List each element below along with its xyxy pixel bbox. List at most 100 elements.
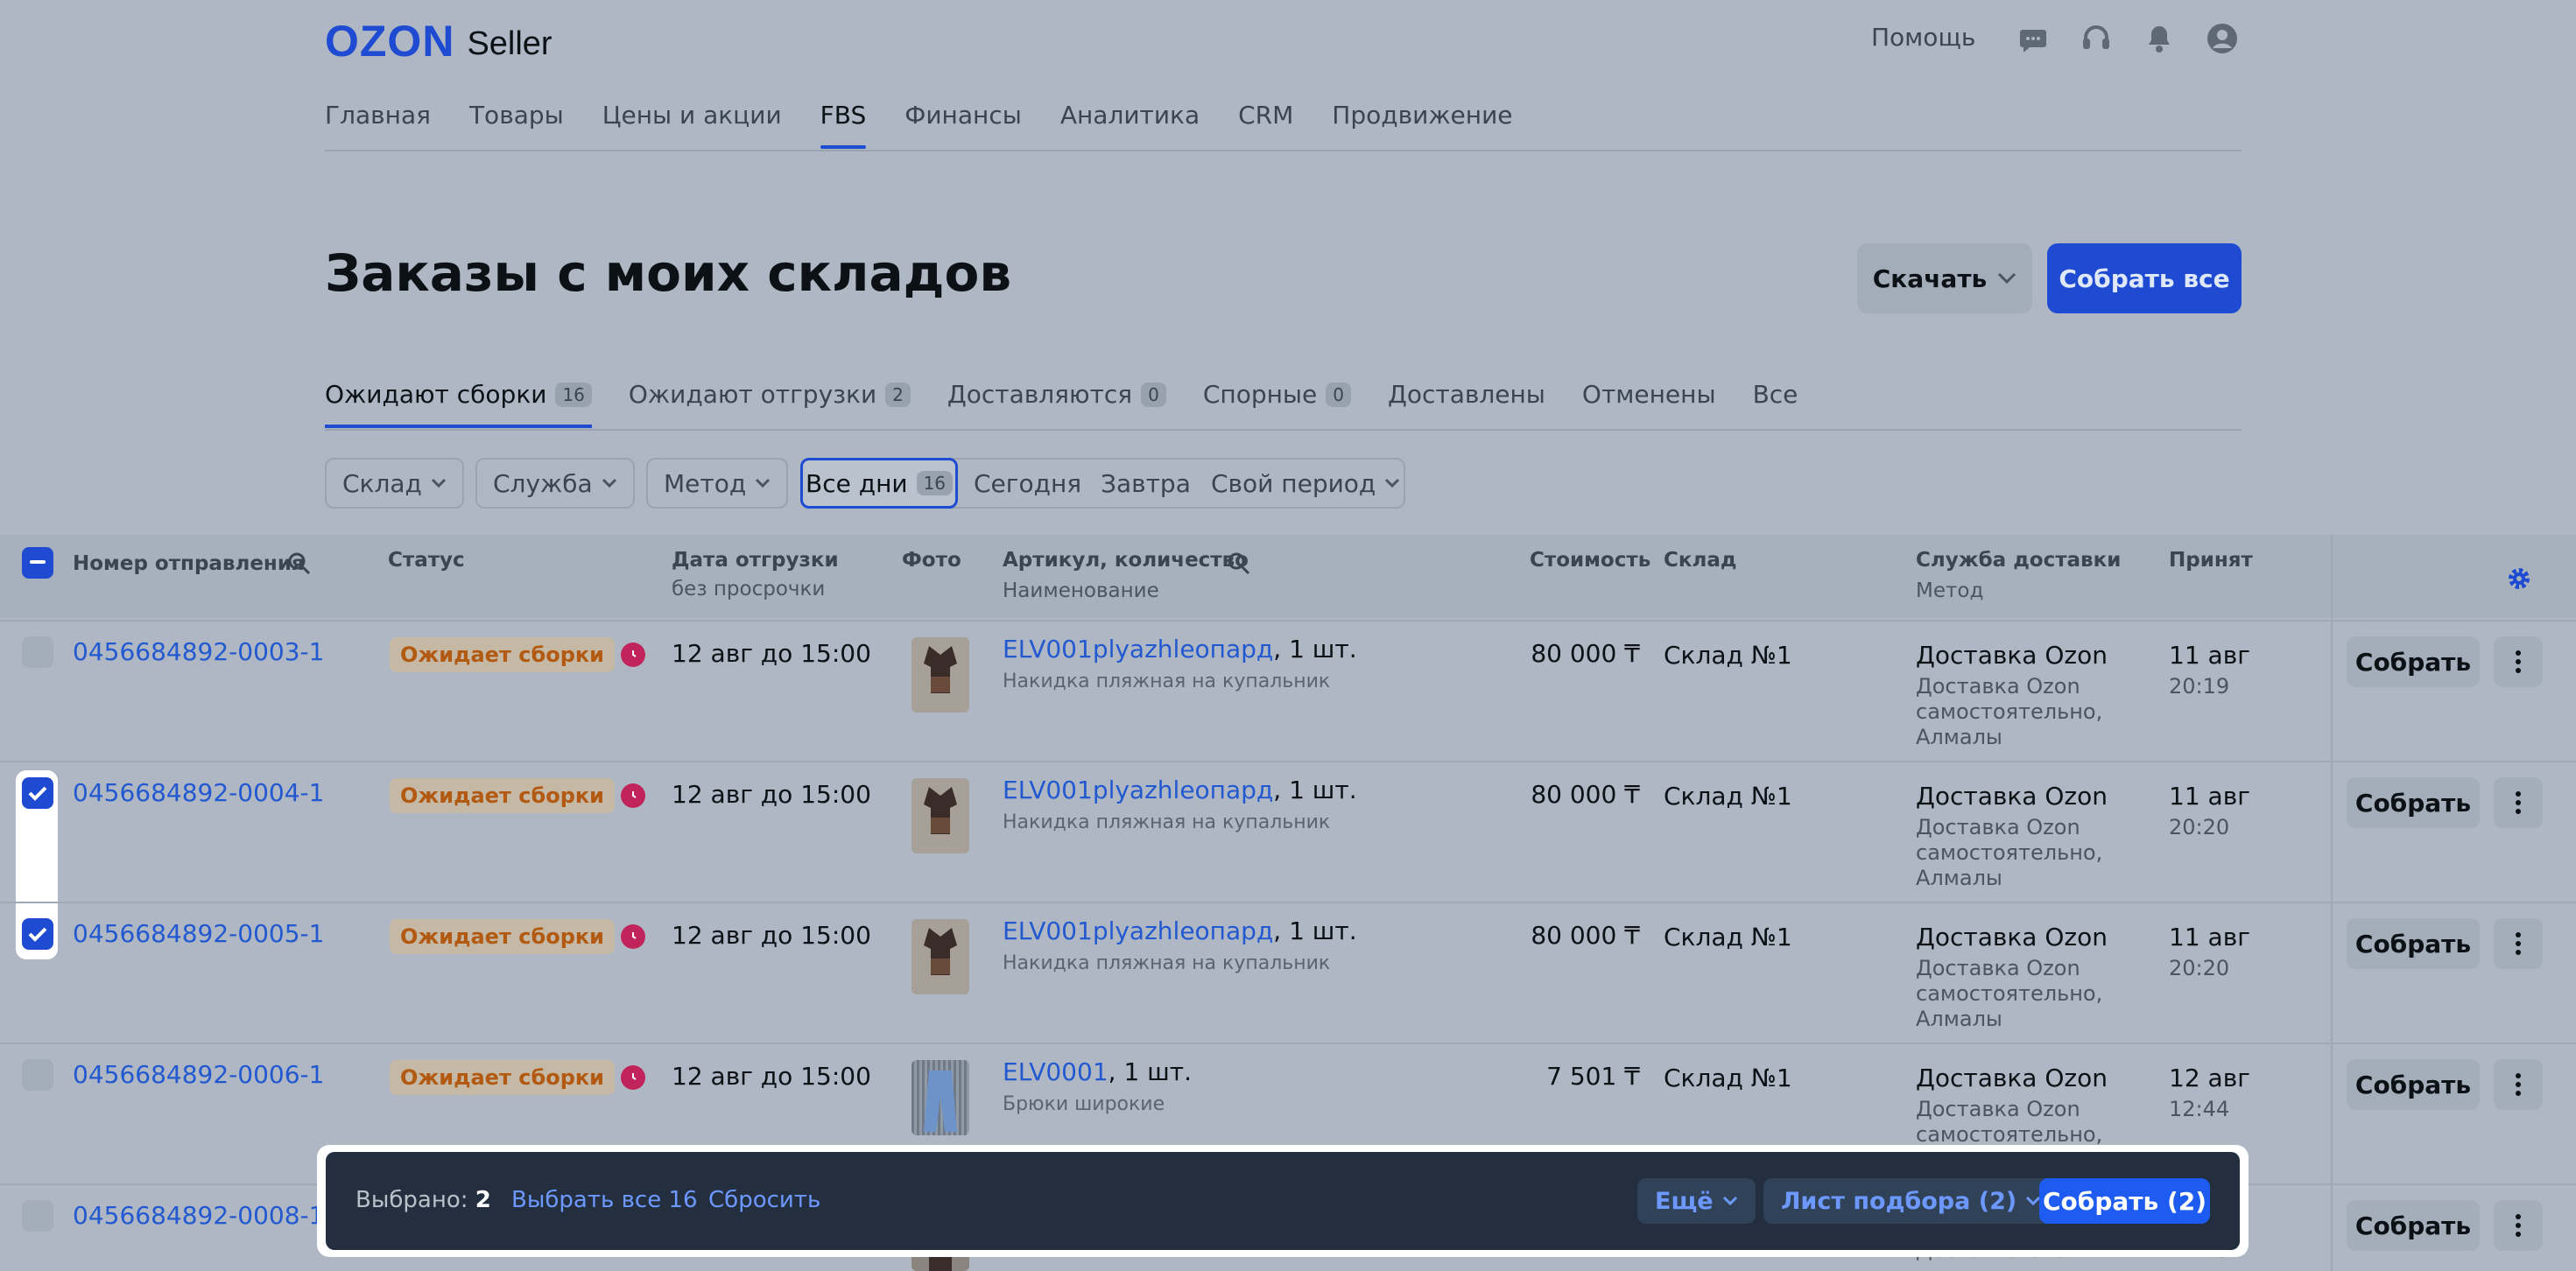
tab-count-badge: 2 — [885, 382, 911, 407]
shipment-number-link[interactable]: 0456684892-0006-1 — [73, 1060, 324, 1089]
article-link[interactable]: ELV001plyazhleопард — [1003, 916, 1273, 945]
select-all-checkbox[interactable] — [22, 547, 53, 579]
ship-date: 12 авг до 15:00 — [672, 921, 871, 950]
shipment-number-link[interactable]: 0456684892-0005-1 — [73, 919, 324, 948]
collect-button[interactable]: Собрать — [2347, 636, 2480, 687]
nav-item-home[interactable]: Главная — [325, 101, 431, 149]
method-filter[interactable]: Метод — [646, 458, 789, 509]
row-checkbox[interactable] — [22, 918, 53, 950]
nav-item-promotion[interactable]: Продвижение — [1332, 101, 1512, 149]
accepted-time: 20:20 — [2169, 956, 2230, 980]
search-icon[interactable] — [287, 551, 312, 576]
tab-count-badge: 0 — [1326, 382, 1351, 407]
delivery-method-line3: Алмалы — [1916, 1007, 2002, 1031]
tab-delivered[interactable]: Доставлены — [1388, 380, 1545, 428]
period-tomorrow[interactable]: Завтра — [1101, 458, 1191, 509]
shipment-number-link[interactable]: 0456684892-0008-1 — [73, 1201, 324, 1230]
collect-selected-button[interactable]: Собрать (2) — [2039, 1178, 2210, 1224]
delivery-method-line2: самостоятельно, — [1916, 1122, 2103, 1147]
period-custom[interactable]: Свой период — [1211, 458, 1400, 509]
delivery-service: Доставка Ozon — [1916, 641, 2108, 670]
filter-label: Служба — [493, 468, 593, 498]
more-actions-button[interactable]: Ещё — [1637, 1178, 1756, 1224]
tab-label: Отменены — [1581, 380, 1716, 409]
delivery-service: Доставка Ozon — [1916, 782, 2108, 811]
period-today[interactable]: Сегодня — [974, 458, 1081, 509]
period-count-badge: 16 — [916, 471, 954, 495]
tab-awaiting-assembly[interactable]: Ожидают сборки 16 — [325, 380, 592, 428]
tab-awaiting-shipment[interactable]: Ожидают отгрузки 2 — [629, 380, 911, 428]
help-link[interactable]: Помощь — [1871, 23, 1975, 52]
product-photo[interactable] — [911, 778, 969, 853]
product-name: Накидка пляжная на купальник — [1003, 952, 1331, 974]
profile-icon[interactable] — [2206, 23, 2238, 54]
period-label: Свой период — [1211, 468, 1376, 498]
tab-all[interactable]: Все — [1753, 380, 1798, 428]
warehouse-filter[interactable]: Склад — [325, 458, 464, 509]
more-options-icon[interactable] — [2494, 777, 2543, 828]
shipment-number-link[interactable]: 0456684892-0004-1 — [73, 778, 324, 807]
delivery-method-line2: самостоятельно, — [1916, 699, 2103, 724]
tab-delivering[interactable]: Доставляются 0 — [947, 380, 1166, 428]
chat-icon[interactable] — [2017, 23, 2049, 54]
more-options-icon[interactable] — [2494, 636, 2543, 687]
clock-icon — [621, 1065, 645, 1090]
nav-item-finance[interactable]: Финансы — [904, 101, 1022, 149]
product-photo[interactable] — [911, 637, 969, 713]
more-options-icon[interactable] — [2494, 1059, 2543, 1110]
tab-label: Спорные — [1202, 380, 1318, 409]
ship-date: 12 авг до 15:00 — [672, 1062, 871, 1091]
row-checkbox[interactable] — [22, 1200, 53, 1232]
more-label: Ещё — [1655, 1187, 1714, 1215]
chevron-down-icon — [1998, 272, 2016, 284]
product-name: Брюки широкие — [1003, 1093, 1165, 1115]
pick-list-label: Лист подбора (2) — [1781, 1187, 2017, 1215]
nav-item-fbs[interactable]: FBS — [820, 101, 866, 149]
clock-icon — [621, 643, 645, 667]
logo-subtitle: Seller — [467, 25, 553, 62]
bell-icon[interactable] — [2143, 23, 2175, 54]
more-options-icon[interactable] — [2494, 918, 2543, 969]
shipment-number-link[interactable]: 0456684892-0003-1 — [73, 637, 324, 666]
article-quantity: , 1 шт. — [1273, 916, 1357, 945]
nav-item-analytics[interactable]: Аналитика — [1060, 101, 1200, 149]
nav-item-prices[interactable]: Цены и акции — [602, 101, 782, 149]
product-name: Накидка пляжная на купальник — [1003, 671, 1331, 692]
nav-item-products[interactable]: Товары — [469, 101, 564, 149]
article-link[interactable]: ELV001plyazhleопард — [1003, 635, 1273, 664]
collect-button[interactable]: Собрать — [2347, 777, 2480, 828]
col-ship-date: Дата отгрузки — [672, 549, 839, 572]
ozon-seller-logo[interactable]: OZON Seller — [325, 16, 553, 67]
nav-item-crm[interactable]: CRM — [1238, 101, 1293, 149]
collect-button[interactable]: Собрать — [2347, 1200, 2480, 1251]
tab-label: Ожидают отгрузки — [628, 380, 877, 409]
service-filter[interactable]: Служба — [475, 458, 635, 509]
download-button[interactable]: Скачать — [1857, 243, 2032, 313]
row-checkbox[interactable] — [22, 636, 53, 668]
row-checkbox[interactable] — [22, 777, 53, 809]
reset-link[interactable]: Сбросить — [708, 1187, 820, 1213]
pick-list-button[interactable]: Лист подбора (2) — [1763, 1178, 2059, 1224]
article-cell: ELV0001, 1 шт. — [1003, 1057, 1192, 1086]
row-checkbox[interactable] — [22, 1059, 53, 1091]
headset-icon[interactable] — [2080, 23, 2112, 54]
collect-button[interactable]: Собрать — [2347, 1059, 2480, 1110]
tab-disputed[interactable]: Спорные 0 — [1203, 380, 1351, 428]
search-icon[interactable] — [1227, 551, 1251, 576]
article-link[interactable]: ELV001plyazhleопард — [1003, 776, 1273, 804]
more-options-icon[interactable] — [2494, 1200, 2543, 1251]
collect-button[interactable]: Собрать — [2347, 918, 2480, 969]
chevron-down-icon — [431, 478, 446, 488]
tab-cancelled[interactable]: Отменены — [1582, 380, 1716, 428]
page-title: Заказы с моих складов — [325, 243, 1012, 303]
status-badge: Ожидает сборки — [390, 919, 615, 954]
collect-all-button[interactable]: Собрать все — [2047, 243, 2242, 313]
period-all-days[interactable]: Все дни 16 — [800, 458, 958, 509]
article-link[interactable]: ELV0001 — [1003, 1057, 1109, 1086]
select-all-link[interactable]: Выбрать все 16 — [511, 1187, 698, 1213]
article-quantity: , 1 шт. — [1273, 776, 1357, 804]
product-photo[interactable] — [911, 1060, 969, 1135]
gear-icon[interactable] — [2506, 565, 2532, 592]
col-photo: Фото — [902, 549, 961, 572]
product-photo[interactable] — [911, 919, 969, 994]
